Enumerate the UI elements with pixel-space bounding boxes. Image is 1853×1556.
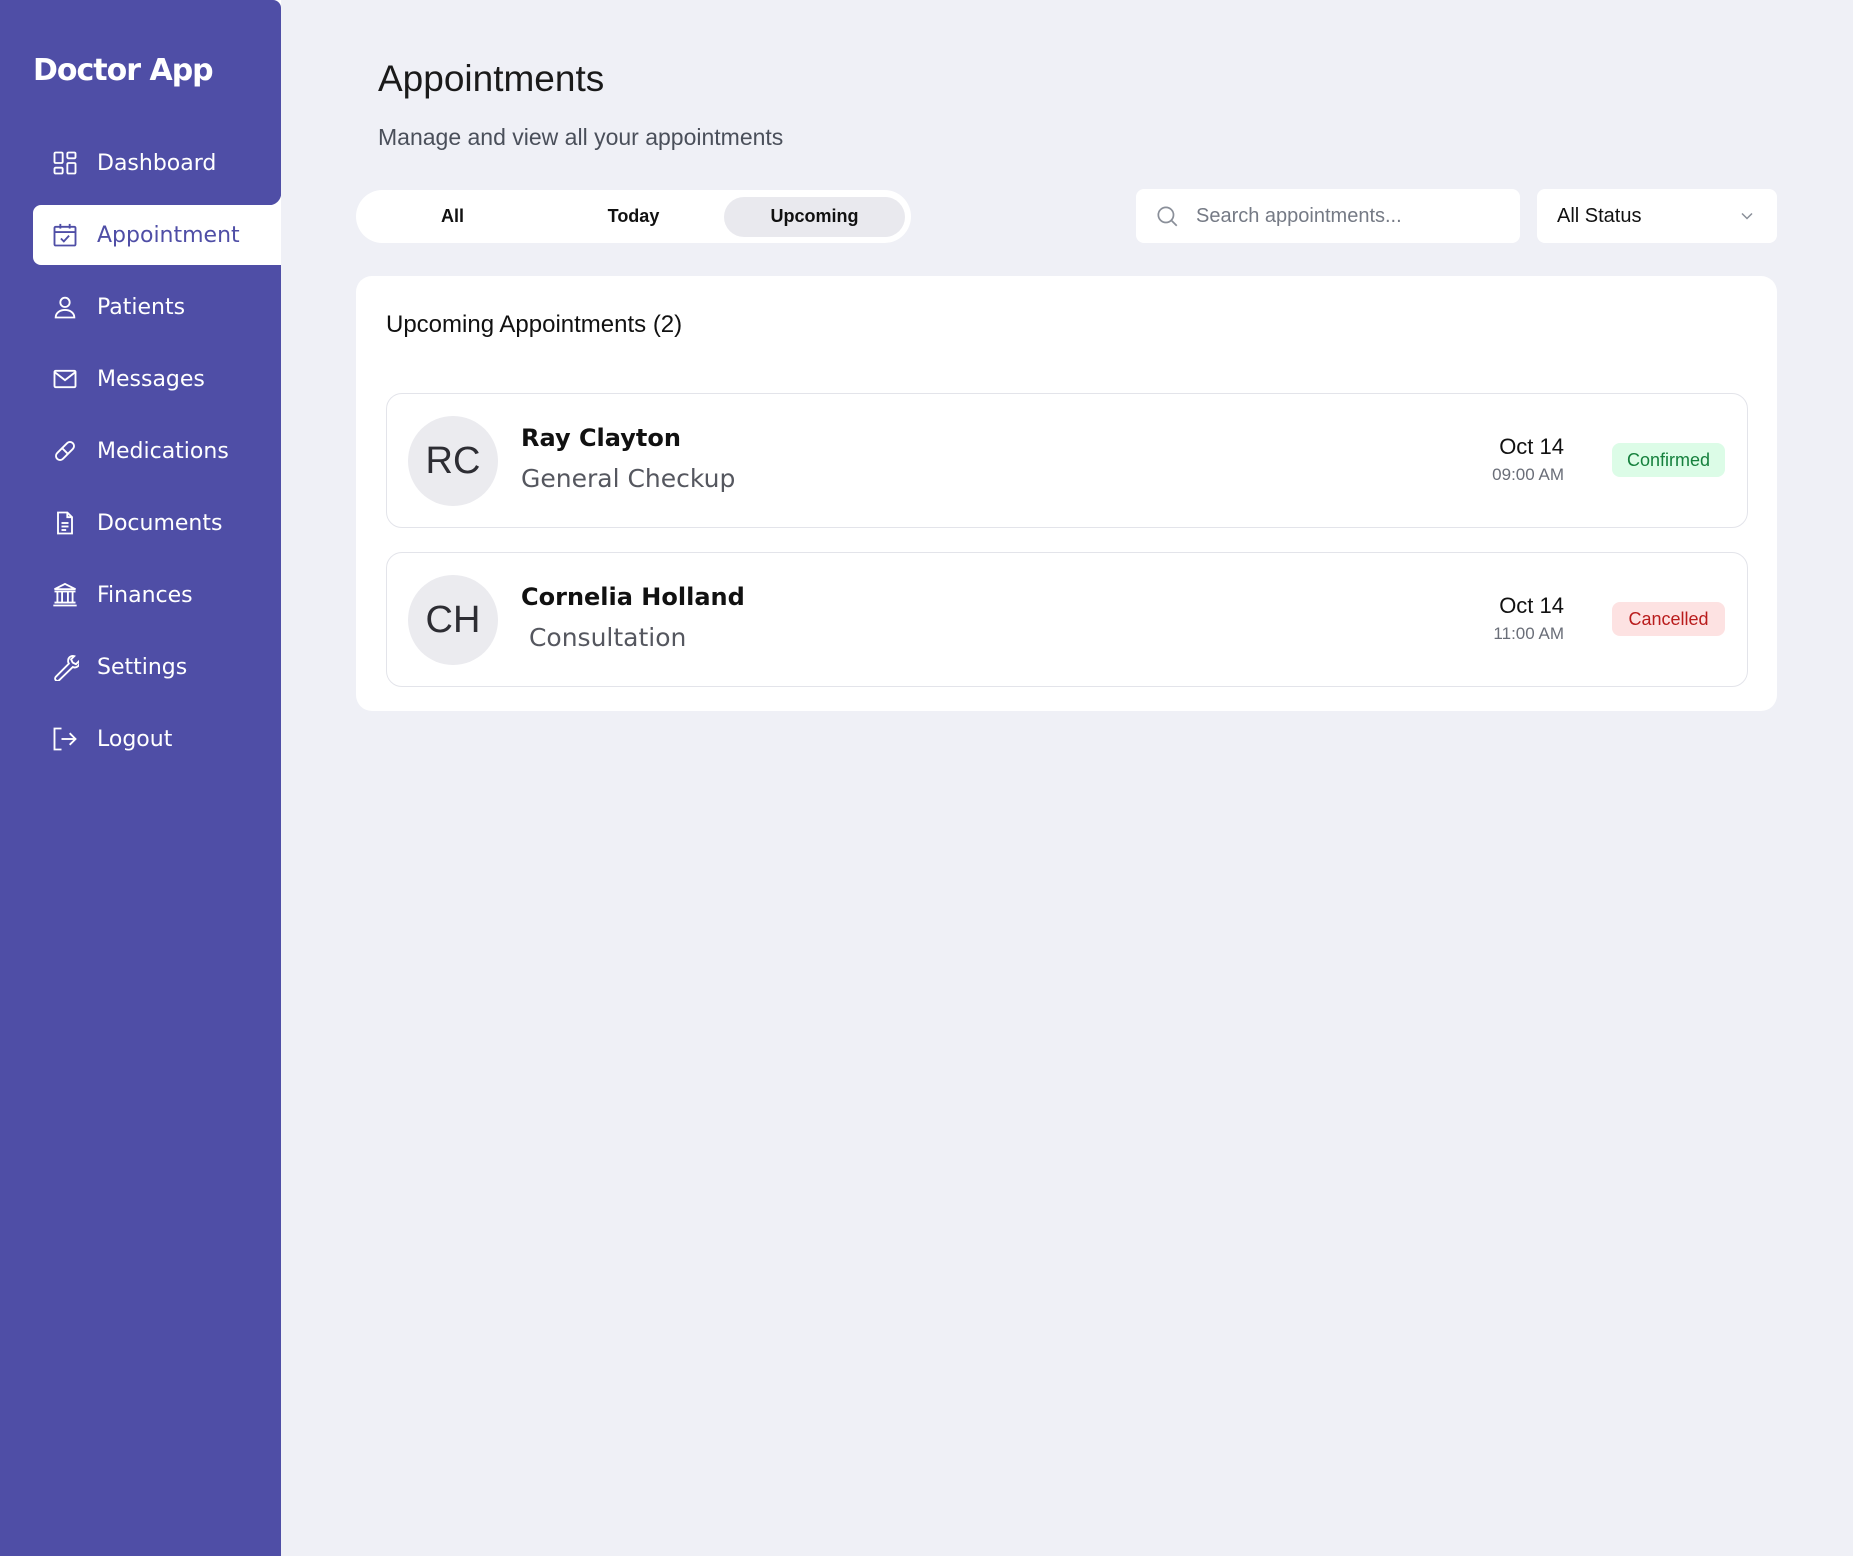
sidebar-item-logout[interactable]: Logout (33, 709, 281, 769)
appointment-date: Oct 14 (1499, 434, 1564, 459)
app-window: Doctor App Dashboard Appointment Patient… (0, 0, 1853, 1556)
user-icon (50, 292, 80, 322)
tab-all[interactable]: All (362, 197, 543, 237)
appointment-date: Oct 14 (1499, 593, 1564, 618)
page-title: Appointments (378, 58, 605, 99)
appointment-type: Consultation (521, 623, 687, 652)
appointment-row[interactable]: RC Ray Clayton General Checkup Oct 14 09… (386, 393, 1748, 528)
status-filter-dropdown[interactable]: All Status (1537, 189, 1777, 243)
sidebar-item-label: Finances (97, 582, 193, 608)
sidebar-item-settings[interactable]: Settings (33, 637, 281, 697)
sidebar-item-label: Messages (97, 366, 205, 392)
appointment-time: 09:00 AM (1492, 465, 1564, 484)
sidebar-item-label: Documents (97, 510, 223, 536)
sidebar-item-finances[interactable]: Finances (33, 565, 281, 625)
sidebar-item-label: Patients (97, 294, 186, 320)
wrench-icon (50, 652, 80, 682)
sidebar-item-label: Dashboard (97, 150, 217, 176)
sidebar-item-dashboard[interactable]: Dashboard (33, 133, 281, 193)
dashboard-icon (50, 148, 80, 178)
avatar: CH (408, 575, 498, 665)
main-content: Appointments Manage and view all your ap… (281, 0, 1853, 1556)
appointment-time: 11:00 AM (1493, 624, 1564, 643)
search-box (1136, 189, 1520, 243)
mail-icon (50, 364, 80, 394)
status-badge: Confirmed (1612, 443, 1725, 477)
avatar: RC (408, 416, 498, 506)
status-filter-value: All Status (1557, 204, 1642, 227)
sidebar-item-label: Medications (97, 438, 229, 464)
sidebar-item-label: Settings (97, 654, 188, 680)
appointments-card: Upcoming Appointments (2) RC Ray Clayton… (356, 276, 1777, 711)
sidebar-item-documents[interactable]: Documents (33, 493, 281, 553)
document-icon (50, 508, 80, 538)
pill-icon (50, 436, 80, 466)
sidebar-item-patients[interactable]: Patients (33, 277, 281, 337)
chevron-down-icon (1741, 212, 1753, 220)
sidebar-item-label: Appointment (97, 222, 240, 248)
sidebar-item-label: Logout (97, 726, 173, 752)
patient-name: Cornelia Holland (521, 583, 745, 611)
brand-logo: Doctor App (33, 53, 214, 88)
search-icon (1157, 206, 1178, 227)
sidebar-item-appointment[interactable]: Appointment (33, 193, 281, 265)
page-subtitle: Manage and view all your appointments (378, 124, 784, 150)
status-badge: Cancelled (1612, 602, 1725, 636)
patient-name: Ray Clayton (521, 424, 681, 452)
logout-icon (50, 724, 80, 754)
search-input[interactable] (1194, 203, 1494, 229)
appointments-list-title: Upcoming Appointments (2) (386, 311, 683, 338)
bank-icon (50, 580, 80, 610)
sidebar: Doctor App Dashboard Appointment Patient… (0, 0, 281, 1556)
appointment-row[interactable]: CH Cornelia Holland Consultation Oct 14 … (386, 552, 1748, 687)
tab-upcoming[interactable]: Upcoming (724, 196, 905, 237)
tab-bar: All Today Upcoming (356, 190, 911, 243)
tab-today[interactable]: Today (543, 197, 724, 237)
sidebar-item-medications[interactable]: Medications (33, 421, 281, 481)
appointment-type: General Checkup (521, 464, 736, 493)
sidebar-item-messages[interactable]: Messages (33, 349, 281, 409)
calendar-check-icon (50, 220, 80, 250)
